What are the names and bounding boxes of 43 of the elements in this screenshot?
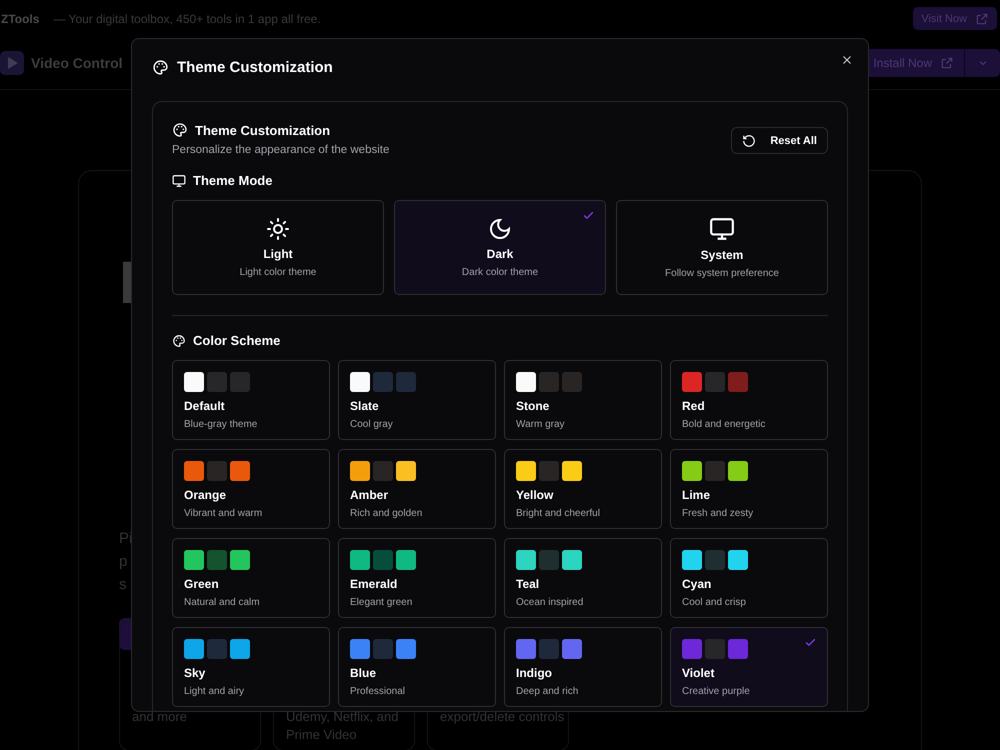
section-heading: Theme Mode — [193, 173, 272, 188]
color-scheme-option[interactable]: Violet Creative purple — [670, 627, 828, 707]
moon-icon — [488, 217, 512, 241]
color-scheme-option[interactable]: Default Blue-gray theme — [172, 360, 330, 440]
monitor-icon — [172, 174, 186, 188]
brand-name: ZTools — [1, 12, 40, 26]
color-scheme-option[interactable]: Amber Rich and golden — [338, 449, 496, 529]
color-scheme-option[interactable]: Stone Warm gray — [504, 360, 662, 440]
tagline: — Your digital toolbox, 450+ tools in 1 app all free. — [53, 12, 322, 26]
dropdown-button[interactable] — [964, 49, 1000, 77]
check-icon — [804, 636, 817, 649]
theme-mode-option[interactable]: Light Light color theme — [172, 200, 384, 295]
app-title: Video Control — [31, 55, 123, 71]
monitor-icon — [709, 216, 735, 242]
section-heading: Color Scheme — [193, 333, 280, 348]
color-scheme-option[interactable]: Indigo Deep and rich — [504, 627, 662, 707]
color-scheme-option[interactable]: Sky Light and airy — [172, 627, 330, 707]
play-logo-icon — [0, 51, 24, 75]
color-scheme-option[interactable]: Cyan Cool and crisp — [670, 538, 828, 618]
color-scheme-option[interactable]: Emerald Elegant green — [338, 538, 496, 618]
color-scheme-option[interactable]: Orange Vibrant and warm — [172, 449, 330, 529]
palette-icon — [152, 58, 169, 76]
color-scheme-option[interactable]: Yellow Bright and cheerful — [504, 449, 662, 529]
color-scheme-option[interactable]: Lime Fresh and zesty — [670, 449, 828, 529]
color-scheme-option[interactable]: Teal Ocean inspired — [504, 538, 662, 618]
sun-icon — [266, 217, 290, 241]
theme-mode-option[interactable]: System Follow system preference — [616, 200, 828, 295]
check-icon — [582, 209, 595, 222]
color-scheme-option[interactable]: Blue Professional — [338, 627, 496, 707]
external-link-icon — [940, 56, 954, 70]
panel-subtitle: Personalize the appearance of the website — [172, 144, 390, 156]
palette-icon — [172, 334, 186, 348]
palette-icon — [172, 122, 188, 138]
panel-title: Theme Customization — [195, 122, 330, 138]
dialog-title: Theme Customization — [177, 58, 333, 76]
color-scheme-option[interactable]: Red Bold and energetic — [670, 360, 828, 440]
reset-icon — [742, 134, 756, 148]
theme-mode-option[interactable]: Dark Dark color theme — [394, 200, 606, 295]
color-scheme-option[interactable]: Green Natural and calm — [172, 538, 330, 618]
reset-all-button[interactable]: Reset All — [731, 127, 828, 154]
external-link-icon — [975, 12, 989, 26]
color-scheme-option[interactable]: Slate Cool gray — [338, 360, 496, 440]
close-icon — [841, 54, 853, 66]
